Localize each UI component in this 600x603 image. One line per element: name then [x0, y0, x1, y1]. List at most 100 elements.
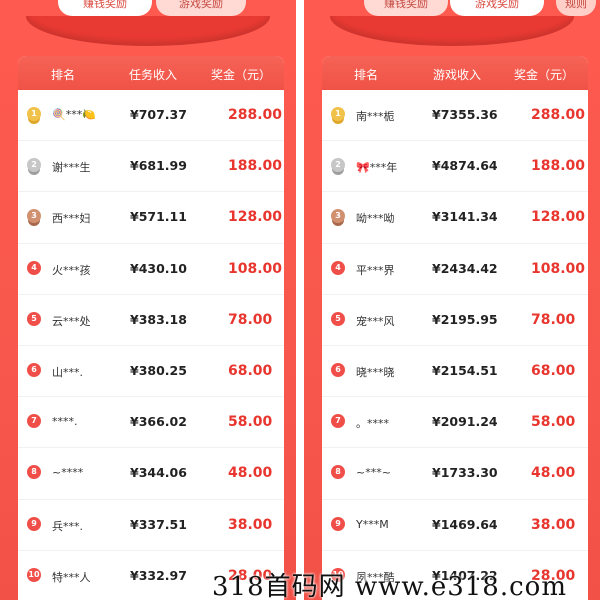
rank-badge-icon: 8 [27, 465, 41, 480]
income-value: ¥344.06 [130, 465, 187, 481]
player-name: 呦***呦 [356, 212, 395, 226]
player-name: 火***孩 [52, 263, 91, 277]
rank-badge-icon: 4 [27, 260, 41, 275]
player-name: 。**** [356, 417, 389, 431]
table-row: 6 晓***晓 ¥2154.51 68.00 [322, 346, 588, 398]
income-value: ¥571.11 [130, 209, 187, 225]
table-row: 2 🎀***年 ¥4874.64 188.00 [322, 141, 588, 193]
player-name: 🎀***年 [356, 161, 398, 175]
reward-value: 48.00 [228, 465, 273, 482]
rank-badge-icon: 10 [27, 567, 41, 582]
player-name: 山***. [52, 365, 83, 379]
income-value: ¥1733.30 [432, 465, 498, 481]
table-row: 1 🍭***🍋 ¥707.37 288.00 [18, 90, 284, 142]
rank-badge-icon: 4 [331, 260, 345, 275]
col-reward: 奖金（元） [514, 68, 575, 82]
table-row: 2 谢***生 ¥681.99 188.00 [18, 141, 284, 193]
reward-value: 128.00 [228, 209, 283, 226]
silver-medal-icon: 2 [27, 158, 41, 173]
income-value: ¥430.10 [130, 260, 187, 276]
table-row: 3 呦***呦 ¥3141.34 128.00 [322, 192, 588, 244]
player-name: 西***妇 [52, 212, 91, 226]
tab-game-rewards[interactable]: 游戏奖励 [156, 0, 246, 16]
reward-value: 188.00 [531, 158, 586, 175]
income-value: ¥7355.36 [432, 107, 498, 122]
table-row: 1 南***栀 ¥7355.36 288.00 [322, 90, 588, 142]
site-watermark: 318首码网 www.e318.com [212, 572, 567, 602]
task-ranking-panel: 赚钱奖励 游戏奖励 排名 任务收入 奖金（元） 1 🍭***🍋 ¥707.37 288… [0, 0, 296, 600]
income-value: ¥707.37 [130, 107, 187, 122]
rank-badge-icon: 6 [27, 362, 41, 377]
player-name: ~**** [52, 466, 84, 480]
income-value: ¥3141.34 [432, 209, 498, 225]
header-banner [330, 16, 574, 46]
reward-value: 288.00 [228, 107, 283, 123]
table-header: 排名 游戏收入 奖金（元） [322, 56, 588, 90]
leaderboard-rows: 1 南***栀 ¥7355.36 288.00 2 🎀***年 ¥4874.64 188.0… [322, 90, 588, 600]
table-row: 7 。**** ¥2091.24 58.00 [322, 397, 588, 449]
gold-medal-icon: 1 [331, 107, 345, 121]
player-name: ****. [52, 415, 78, 429]
income-value: ¥383.18 [130, 311, 187, 327]
reward-value: 68.00 [531, 362, 576, 379]
table-row: 8 ~**** ¥344.06 48.00 [18, 448, 284, 500]
reward-value: 38.00 [531, 516, 576, 533]
rank-badge-icon: 5 [331, 311, 345, 326]
income-value: ¥1469.64 [432, 516, 498, 532]
player-name: 云***处 [52, 314, 91, 328]
player-name: 谢***生 [52, 161, 91, 175]
panel-divider [296, 0, 304, 600]
reward-value: 78.00 [228, 311, 273, 328]
reward-value: 108.00 [531, 260, 586, 277]
rank-badge-icon: 5 [27, 311, 41, 326]
bronze-medal-icon: 3 [27, 209, 41, 224]
col-income: 游戏收入 [433, 68, 482, 82]
table-row: 4 火***孩 ¥430.10 108.00 [18, 244, 284, 295]
player-name: 🍭***🍋 [52, 108, 96, 121]
player-name: ~***~ [356, 466, 391, 480]
rank-badge-icon: 8 [331, 465, 345, 480]
reward-value: 68.00 [228, 362, 273, 379]
player-name: 特***人 [52, 570, 91, 584]
rank-badge-icon: 7 [331, 414, 345, 429]
tab-game-rewards[interactable]: 游戏奖励 [450, 0, 544, 16]
leaderboard-rows: 1 🍭***🍋 ¥707.37 288.00 2 谢***生 ¥681.99 188.00 … [18, 90, 284, 600]
rank-badge-icon: 7 [27, 414, 41, 429]
income-value: ¥2195.95 [432, 311, 498, 327]
income-value: ¥332.97 [130, 567, 187, 583]
col-rank: 排名 [51, 68, 76, 82]
table-header: 排名 任务收入 奖金（元） [18, 56, 284, 90]
tab-earn-rewards[interactable]: 赚钱奖励 [58, 0, 152, 16]
table-row: 7 ****. ¥366.02 58.00 [18, 397, 284, 449]
col-reward: 奖金（元） [211, 68, 272, 82]
player-name: 兵***. [52, 519, 83, 533]
reward-value: 78.00 [531, 311, 576, 328]
table-row: 9 Y***M ¥1469.64 38.00 [322, 500, 588, 551]
table-row: 6 山***. ¥380.25 68.00 [18, 346, 284, 398]
col-rank: 排名 [354, 68, 379, 82]
table-row: 3 西***妇 ¥571.11 128.00 [18, 192, 284, 244]
reward-value: 58.00 [228, 414, 273, 431]
table-row: 4 平***界 ¥2434.42 108.00 [322, 244, 588, 295]
leaderboard-card: 排名 任务收入 奖金（元） 1 🍭***🍋 ¥707.37 288.00 2 谢***生… [18, 56, 284, 600]
income-value: ¥366.02 [130, 414, 187, 430]
header-banner [26, 16, 270, 46]
rank-badge-icon: 9 [331, 516, 345, 531]
col-income: 任务收入 [129, 68, 178, 82]
income-value: ¥2154.51 [432, 362, 498, 378]
income-value: ¥380.25 [130, 362, 187, 378]
silver-medal-icon: 2 [331, 158, 345, 173]
reward-value: 48.00 [531, 465, 576, 482]
table-row: 8 ~***~ ¥1733.30 48.00 [322, 448, 588, 500]
tab-earn-rewards[interactable]: 赚钱奖励 [364, 0, 448, 16]
reward-value: 128.00 [531, 209, 586, 226]
tab-rules[interactable]: 规则 [556, 0, 596, 16]
reward-value: 188.00 [228, 158, 283, 175]
rank-badge-icon: 6 [331, 362, 345, 377]
player-name: 平***界 [356, 263, 395, 277]
bronze-medal-icon: 3 [331, 209, 345, 224]
income-value: ¥2091.24 [432, 414, 498, 430]
table-row: 5 云***处 ¥383.18 78.00 [18, 295, 284, 346]
rank-badge-icon: 9 [27, 516, 41, 531]
leaderboard-card: 排名 游戏收入 奖金（元） 1 南***栀 ¥7355.36 288.00 2 🎀***… [322, 56, 588, 600]
